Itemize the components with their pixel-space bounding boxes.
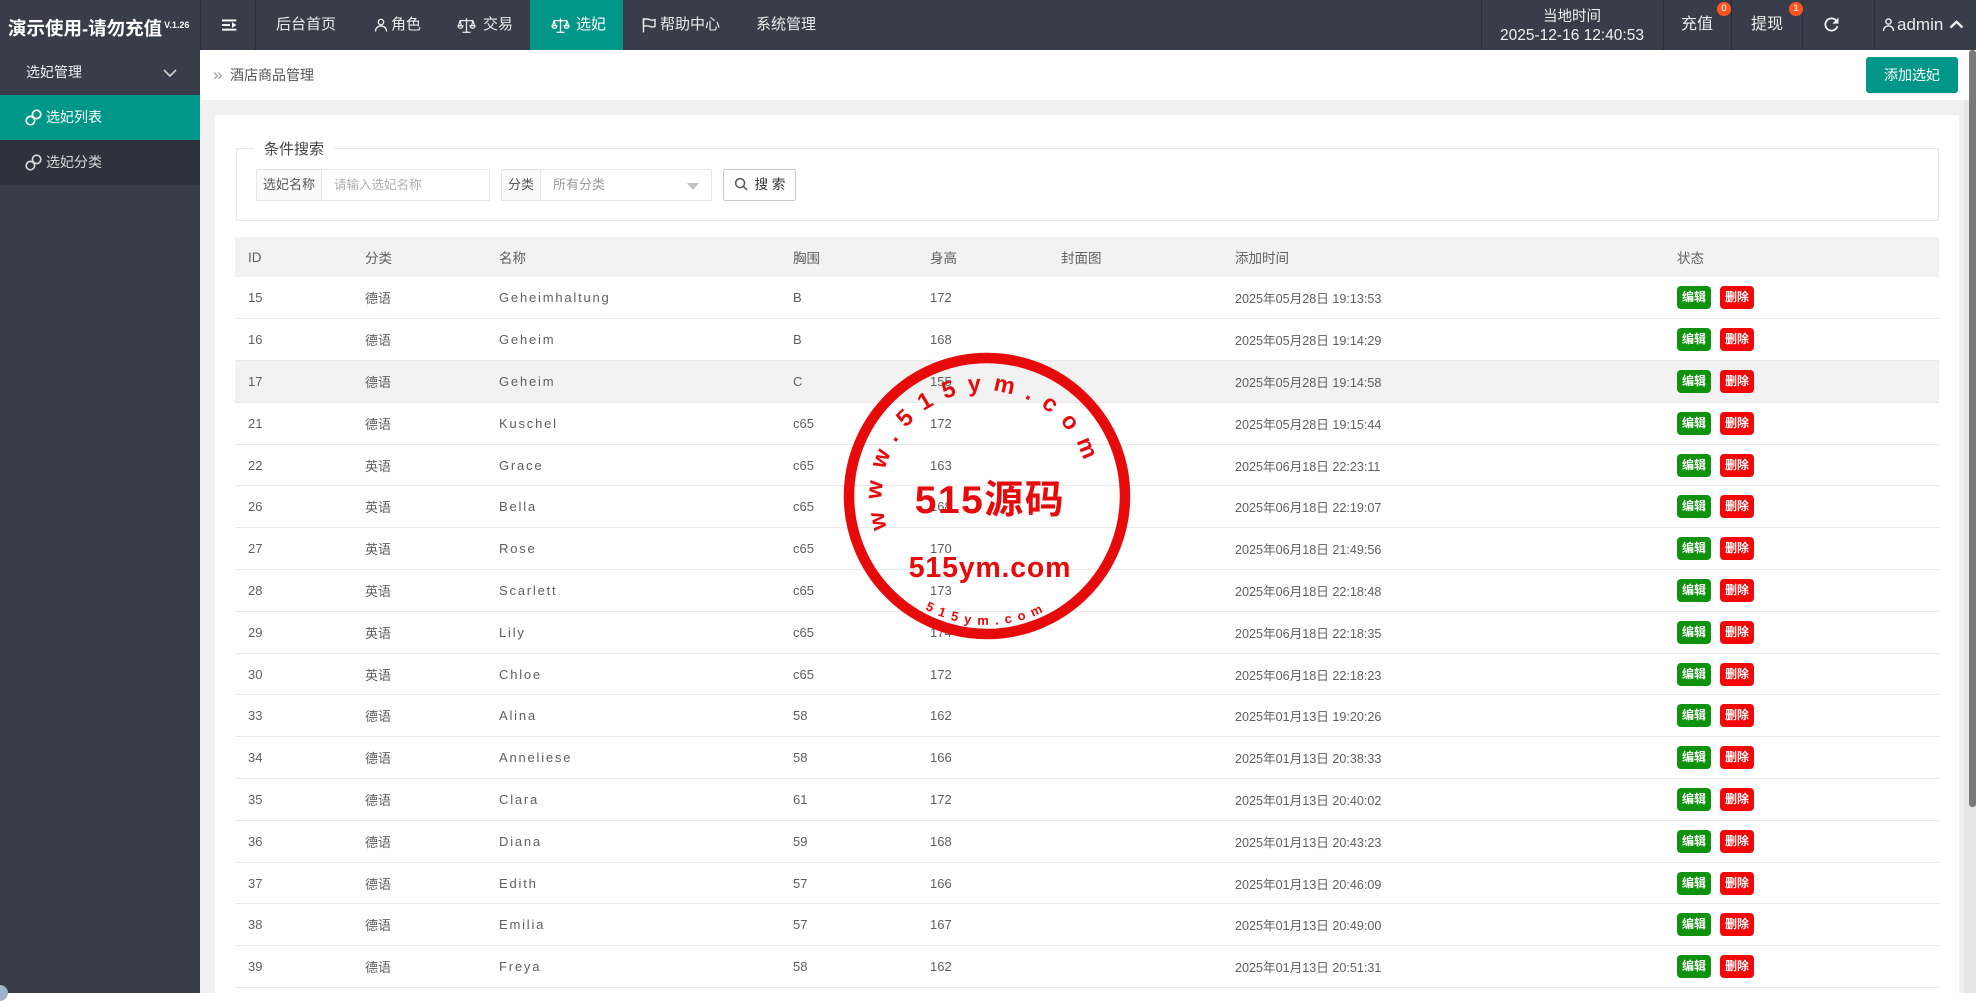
svg-text:515源码: 515源码 xyxy=(915,479,1066,522)
svg-text:515ym.com: 515ym.com xyxy=(909,552,1071,584)
